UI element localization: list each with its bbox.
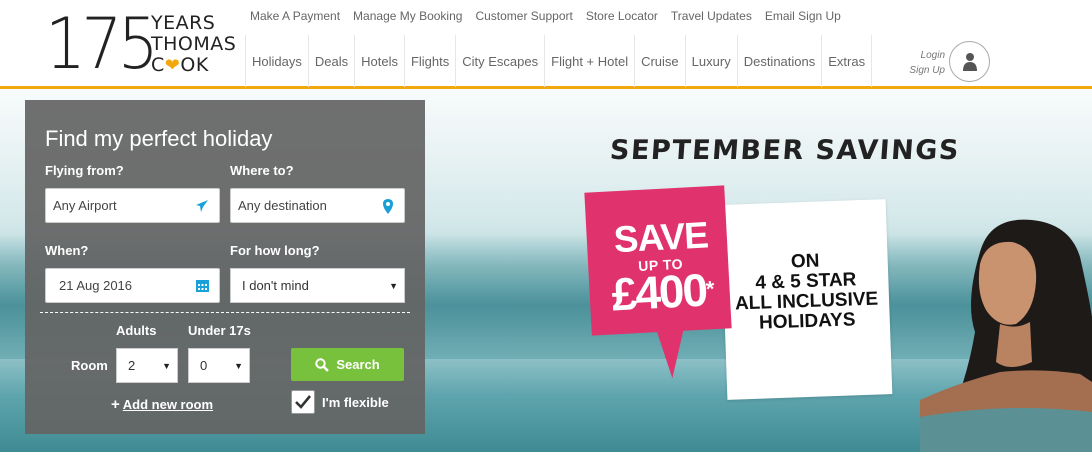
nav-item-flights[interactable]: Flights xyxy=(403,35,455,87)
adults-select[interactable]: 2 ▼ xyxy=(116,348,178,383)
top-link-make-a-payment[interactable]: Make A Payment xyxy=(250,9,340,23)
promo-details-text: ON 4 & 5 STAR ALL INCLUSIVE HOLIDAYS xyxy=(734,250,879,334)
nav-item-city-escapes[interactable]: City Escapes xyxy=(455,35,544,87)
search-button[interactable]: Search xyxy=(291,348,404,381)
search-icon xyxy=(315,357,330,372)
duration-select[interactable]: I don't mind ▼ xyxy=(230,268,405,303)
flying-from-label: Flying from? xyxy=(45,163,124,178)
where-to-value: Any destination xyxy=(238,198,327,213)
save-amount: £400* xyxy=(610,263,714,321)
where-to-label: Where to? xyxy=(230,163,294,178)
logo-line-cook: C❤OK xyxy=(151,54,209,77)
plus-icon: + xyxy=(111,396,120,413)
top-link-store-locator[interactable]: Store Locator xyxy=(586,9,658,23)
login-links: Login Sign Up xyxy=(905,48,945,78)
under17-value: 0 xyxy=(200,358,208,373)
add-room-label: Add new room xyxy=(122,397,214,412)
when-label: When? xyxy=(45,243,89,258)
checkmark-icon xyxy=(295,395,312,409)
chevron-down-icon: ▼ xyxy=(162,361,171,371)
nav-item-holidays[interactable]: Holidays xyxy=(245,35,308,87)
main-nav: Holidays Deals Hotels Flights City Escap… xyxy=(245,35,873,87)
duration-label: For how long? xyxy=(230,243,320,258)
room-label: Room xyxy=(71,358,108,373)
add-room-link[interactable]: + Add new room xyxy=(111,396,213,413)
woman-in-pool-image xyxy=(920,219,1092,452)
nav-item-cruise[interactable]: Cruise xyxy=(634,35,685,87)
nav-item-hotels[interactable]: Hotels xyxy=(354,35,404,87)
where-to-field[interactable]: Any destination xyxy=(230,188,405,223)
site-header: 175 YEARS THOMAS C❤OK Make A Payment Man… xyxy=(0,0,1092,89)
search-button-label: Search xyxy=(336,357,380,372)
logo-number: 175 xyxy=(45,3,159,85)
holiday-search-panel: Find my perfect holiday Flying from? Any… xyxy=(25,100,425,434)
under17-label: Under 17s xyxy=(188,323,251,338)
nav-item-destinations[interactable]: Destinations xyxy=(736,35,822,87)
calendar-icon xyxy=(196,280,209,292)
heart-icon: ❤ xyxy=(164,55,181,76)
section-divider xyxy=(40,312,410,313)
chevron-down-icon: ▼ xyxy=(234,361,243,371)
nav-item-luxury[interactable]: Luxury xyxy=(684,35,737,87)
map-pin-icon xyxy=(383,199,393,214)
adults-value: 2 xyxy=(128,358,136,373)
logo-line-years: YEARS xyxy=(151,12,216,34)
thomas-cook-logo[interactable]: 175 YEARS THOMAS C❤OK xyxy=(45,4,237,84)
flexible-checkbox[interactable] xyxy=(291,390,315,414)
nav-item-flight-hotel[interactable]: Flight + Hotel xyxy=(544,35,634,87)
login-link[interactable]: Login xyxy=(905,48,945,63)
date-value: 21 Aug 2016 xyxy=(59,278,133,293)
save-badge: SAVE UP TO £400* xyxy=(584,185,732,336)
utility-nav: Make A Payment Manage My Booking Custome… xyxy=(250,9,841,23)
user-icon[interactable] xyxy=(949,41,990,82)
date-field[interactable]: 21 Aug 2016 xyxy=(45,268,220,303)
flexible-label: I'm flexible xyxy=(322,395,389,410)
chevron-down-icon: ▼ xyxy=(389,281,398,291)
nav-item-extras[interactable]: Extras xyxy=(821,35,873,87)
plane-icon xyxy=(196,200,208,212)
promo-headline: SEPTEMBER SAVINGS xyxy=(608,135,961,166)
flying-from-value: Any Airport xyxy=(53,198,117,213)
adults-label: Adults xyxy=(116,323,157,338)
promo-details-card: ON 4 & 5 STAR ALL INCLUSIVE HOLIDAYS xyxy=(720,199,893,400)
under17-select[interactable]: 0 ▼ xyxy=(188,348,250,383)
logo-line-thomas: THOMAS xyxy=(151,33,237,55)
save-text: SAVE xyxy=(612,214,709,261)
signup-link[interactable]: Sign Up xyxy=(905,63,945,78)
flying-from-field[interactable]: Any Airport xyxy=(45,188,220,223)
nav-item-deals[interactable]: Deals xyxy=(307,35,354,87)
top-link-manage-my-booking[interactable]: Manage My Booking xyxy=(353,9,462,23)
top-link-customer-support[interactable]: Customer Support xyxy=(475,9,572,23)
logo-wordmark: YEARS THOMAS C❤OK xyxy=(151,12,237,77)
duration-value: I don't mind xyxy=(242,278,309,293)
top-link-travel-updates[interactable]: Travel Updates xyxy=(671,9,752,23)
top-link-email-sign-up[interactable]: Email Sign Up xyxy=(765,9,841,23)
search-panel-title: Find my perfect holiday xyxy=(45,126,273,151)
